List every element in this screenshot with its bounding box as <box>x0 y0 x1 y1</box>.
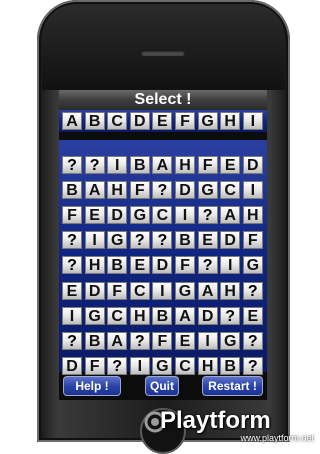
board-cell[interactable]: A <box>152 156 173 174</box>
board-cell[interactable]: E <box>84 206 105 225</box>
board-cell[interactable]: C <box>129 281 150 300</box>
board-cell[interactable]: E <box>220 156 241 174</box>
board-cell[interactable]: I <box>175 206 195 225</box>
board-cell[interactable]: D <box>84 281 105 300</box>
empty-cell[interactable]: ? <box>62 156 82 174</box>
empty-cell[interactable]: ? <box>129 331 150 350</box>
letter-option-f[interactable]: F <box>175 112 195 130</box>
letter-option-e[interactable]: E <box>152 112 173 130</box>
playtform-watermark: Playtform www.playtform.net <box>144 407 314 443</box>
select-title: Select ! <box>59 90 267 110</box>
letter-option-a[interactable]: A <box>62 112 82 130</box>
board-cell[interactable]: D <box>242 156 263 174</box>
board-cell[interactable]: B <box>62 181 82 200</box>
game-screen: Select ! ABCDEFGHI ?? I B A H F E D B A H F? D G C I F E D… <box>59 90 267 400</box>
empty-cell[interactable]: ? <box>62 231 82 250</box>
board-cell[interactable]: H <box>129 306 150 325</box>
board-cell[interactable]: H <box>107 181 128 200</box>
empty-cell[interactable]: ? <box>242 281 263 300</box>
board-cell[interactable]: I <box>62 306 82 325</box>
empty-cell[interactable]: ? <box>62 331 82 350</box>
letter-option-b[interactable]: B <box>84 112 105 130</box>
empty-cell[interactable]: ? <box>107 356 128 375</box>
board-cell[interactable]: H <box>242 206 263 225</box>
board-cell[interactable]: H <box>84 256 105 275</box>
board-cell[interactable]: B <box>84 331 105 350</box>
board-cell[interactable]: G <box>197 181 218 200</box>
board-cell[interactable]: C <box>107 306 128 325</box>
empty-cell[interactable]: ? <box>84 156 105 174</box>
board-cell[interactable]: D <box>220 231 241 250</box>
board-cell[interactable]: C <box>175 356 195 375</box>
board-cell[interactable]: E <box>175 331 195 350</box>
board-cell[interactable]: A <box>220 206 241 225</box>
board-cell[interactable]: G <box>220 331 241 350</box>
empty-cell[interactable]: ? <box>62 256 82 275</box>
board-cell[interactable]: G <box>175 281 195 300</box>
letter-option-c[interactable]: C <box>107 112 128 130</box>
board-cell[interactable]: H <box>197 356 218 375</box>
board-cell[interactable]: B <box>220 356 241 375</box>
board-cell[interactable]: E <box>62 281 82 300</box>
board-cell[interactable]: E <box>242 306 263 325</box>
letter-option-h[interactable]: H <box>220 112 241 130</box>
board-cell[interactable]: B <box>152 306 173 325</box>
board-cell[interactable]: D <box>62 356 82 375</box>
board-cell[interactable]: G <box>129 206 150 225</box>
empty-cell[interactable]: ? <box>152 231 173 250</box>
board-cell[interactable]: G <box>242 256 263 275</box>
board-cell[interactable]: F <box>84 356 105 375</box>
restart-button[interactable]: Restart ! <box>202 376 263 396</box>
empty-cell[interactable]: ? <box>197 206 218 225</box>
board-cell[interactable]: F <box>242 231 263 250</box>
letter-option-i[interactable]: I <box>242 112 263 130</box>
empty-cell[interactable]: ? <box>220 306 241 325</box>
board-cell[interactable]: D <box>152 256 173 275</box>
board-cell[interactable]: E <box>129 256 150 275</box>
board-cell[interactable]: I <box>152 281 173 300</box>
empty-cell[interactable]: ? <box>129 231 150 250</box>
board-cell[interactable]: F <box>152 331 173 350</box>
board-cell[interactable]: F <box>197 156 218 174</box>
board-cell[interactable]: I <box>197 331 218 350</box>
board-cell[interactable]: G <box>84 306 105 325</box>
board-cell[interactable]: F <box>129 181 150 200</box>
empty-cell[interactable]: ? <box>242 356 263 375</box>
board-cell[interactable]: E <box>197 231 218 250</box>
board-cell[interactable]: A <box>107 331 128 350</box>
board-cell[interactable]: G <box>107 231 128 250</box>
board-cell[interactable]: A <box>84 181 105 200</box>
board-cell[interactable]: I <box>107 156 128 174</box>
board-cell[interactable]: G <box>152 356 173 375</box>
board-cell[interactable]: B <box>107 256 128 275</box>
empty-cell[interactable]: ? <box>197 256 218 275</box>
board-cell[interactable]: A <box>197 281 218 300</box>
board-cell[interactable]: F <box>175 256 195 275</box>
empty-cell[interactable]: ? <box>242 331 263 350</box>
board-cell[interactable]: B <box>129 156 150 174</box>
board-cell[interactable]: B <box>175 231 195 250</box>
help-button[interactable]: Help ! <box>63 376 121 396</box>
phone-top-bezel <box>42 4 285 90</box>
board-cell[interactable]: F <box>107 281 128 300</box>
letter-option-d[interactable]: D <box>129 112 150 130</box>
board-cell[interactable]: D <box>197 306 218 325</box>
quit-button[interactable]: Quit <box>145 376 179 396</box>
board-cell[interactable]: C <box>152 206 173 225</box>
board-cell[interactable]: C <box>220 181 241 200</box>
board-cell[interactable]: D <box>175 181 195 200</box>
board-cell[interactable]: I <box>220 256 241 275</box>
speaker-grille <box>141 50 185 56</box>
board-cell[interactable]: I <box>129 356 150 375</box>
board-cell[interactable]: D <box>107 206 128 225</box>
empty-cell[interactable]: ? <box>152 181 173 200</box>
board-cell[interactable]: A <box>175 306 195 325</box>
board-cell[interactable]: I <box>84 231 105 250</box>
board-cell[interactable]: I <box>242 181 263 200</box>
watermark-name: Playtform <box>160 407 271 434</box>
letter-option-g[interactable]: G <box>197 112 218 130</box>
board-cell[interactable]: F <box>62 206 82 225</box>
board-cell[interactable]: H <box>220 281 241 300</box>
board-cell[interactable]: H <box>175 156 195 174</box>
